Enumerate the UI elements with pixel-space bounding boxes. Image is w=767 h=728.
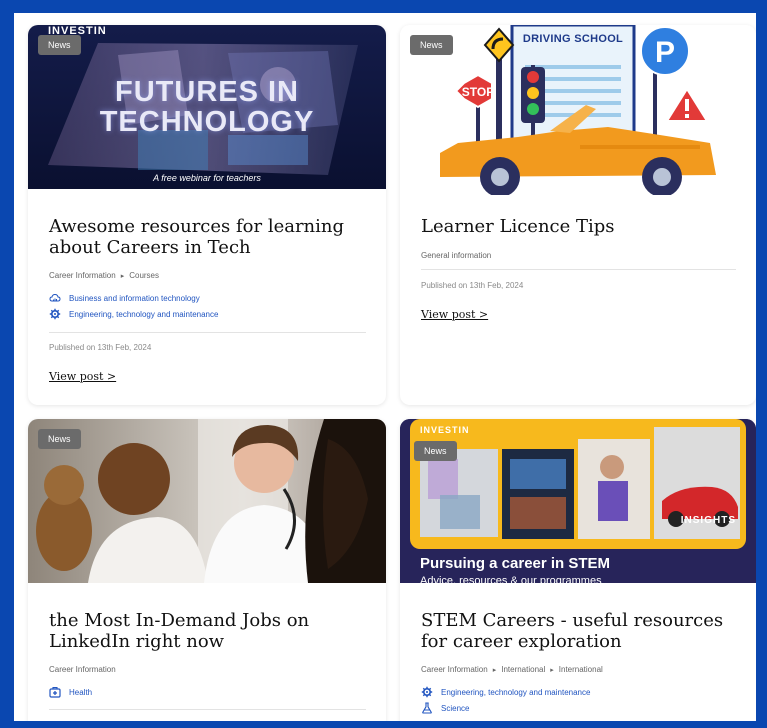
frame: INVESTIN FUTURES IN TECHNOLOGY A free we… bbox=[14, 13, 756, 721]
post-tag[interactable]: Science bbox=[421, 702, 469, 714]
published-date: Published on 13th Feb, 2024 bbox=[49, 343, 152, 352]
post-card[interactable]: INVESTIN FUTURES IN TECHNOLOGY A free we… bbox=[28, 25, 386, 405]
banner-brand: INVESTIN bbox=[420, 425, 470, 435]
divider bbox=[49, 709, 366, 710]
category-label: Career Information bbox=[421, 665, 488, 674]
banner-headline: TECHNOLOGY bbox=[99, 106, 315, 138]
banner-insights: INSIGHTS bbox=[680, 515, 736, 526]
gear-icon bbox=[49, 308, 61, 320]
post-categories: General information bbox=[421, 251, 491, 260]
tag-label: Engineering, technology and maintenance bbox=[69, 309, 219, 319]
separator-icon: ▸ bbox=[492, 666, 497, 674]
category-label: Career Information bbox=[49, 665, 116, 674]
post-image: INVESTIN FUTURES IN TECHNOLOGY A free we… bbox=[28, 25, 386, 189]
news-badge: News bbox=[410, 35, 453, 55]
category-label: General information bbox=[421, 251, 492, 260]
stop-sign-label: STOP bbox=[462, 85, 494, 99]
gear-icon bbox=[421, 686, 433, 698]
post-title[interactable]: Awesome resources for learning about Car… bbox=[49, 216, 366, 258]
category-label: International bbox=[558, 665, 603, 674]
banner-caption: A free webinar for teachers bbox=[153, 173, 261, 183]
post-tag[interactable]: Business and information technology bbox=[49, 292, 200, 304]
banner-headline: Pursuing a career in STEM bbox=[420, 555, 611, 572]
banner-sign: DRIVING SCHOOL bbox=[522, 33, 624, 45]
published-date: Published on 13th Feb, 2024 bbox=[421, 281, 524, 290]
separator-icon: ▸ bbox=[550, 666, 554, 674]
category-label: International bbox=[501, 665, 546, 674]
post-image: INVESTIN INSIGHTS Pursuing a career in S… bbox=[400, 419, 756, 583]
post-card[interactable]: STOP P DRIVING SCHOOL News Learner Licen… bbox=[400, 25, 756, 405]
parking-sign-label: P bbox=[655, 36, 675, 69]
news-badge: News bbox=[414, 441, 457, 461]
post-title[interactable]: the Most In-Demand Jobs on LinkedIn righ… bbox=[49, 610, 366, 652]
post-title[interactable]: STEM Careers - useful resources for care… bbox=[421, 610, 736, 652]
cloud-signal-icon bbox=[49, 293, 61, 302]
banner-subline: Advice, resources & our programmes bbox=[420, 575, 602, 583]
news-badge: News bbox=[38, 35, 81, 55]
view-post-link[interactable]: View post > bbox=[49, 370, 116, 383]
tag-label: Business and information technology bbox=[69, 293, 200, 303]
divider bbox=[49, 332, 366, 333]
divider bbox=[421, 269, 736, 270]
post-categories: Career Information ▸ Courses bbox=[49, 271, 159, 280]
post-categories: Career Information ▸ International ▸ Int… bbox=[421, 665, 603, 674]
post-card[interactable]: INVESTIN INSIGHTS Pursuing a career in S… bbox=[400, 419, 756, 721]
tag-label: Science bbox=[441, 703, 470, 713]
category-label: Career Information bbox=[49, 271, 116, 280]
post-title[interactable]: Learner Licence Tips bbox=[421, 216, 736, 237]
flask-icon bbox=[422, 702, 432, 714]
news-badge: News bbox=[38, 429, 81, 449]
category-label: Courses bbox=[129, 271, 160, 280]
post-tag[interactable]: Engineering, technology and maintenance bbox=[49, 308, 218, 320]
tag-label: Engineering, technology and maintenance bbox=[441, 687, 591, 697]
medical-kit-icon bbox=[49, 687, 61, 698]
separator-icon: ▸ bbox=[120, 272, 125, 280]
tag-label: Health bbox=[69, 687, 93, 697]
post-tag[interactable]: Health bbox=[49, 686, 92, 698]
post-categories: Career Information bbox=[49, 665, 116, 674]
post-tag[interactable]: Engineering, technology and maintenance bbox=[421, 686, 590, 698]
view-post-link[interactable]: View post > bbox=[421, 308, 488, 321]
post-image: News bbox=[28, 419, 386, 583]
post-card[interactable]: News the Most In-Demand Jobs on LinkedIn… bbox=[28, 419, 386, 721]
post-image: STOP P DRIVING SCHOOL News bbox=[400, 25, 756, 195]
banner-headline: FUTURES IN bbox=[115, 76, 299, 108]
